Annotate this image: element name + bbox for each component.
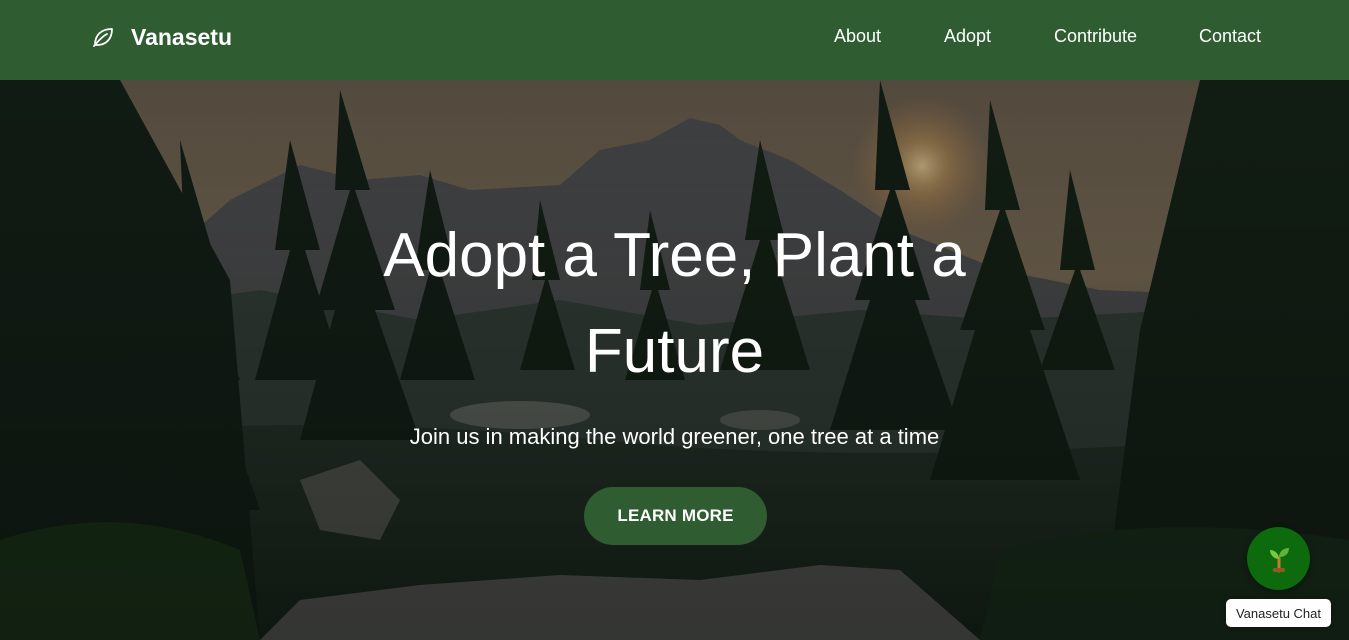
- chat-toggle-button[interactable]: [1247, 527, 1310, 590]
- nav-link-about[interactable]: About: [834, 26, 881, 47]
- hero-subtitle: Join us in making the world greener, one…: [409, 424, 940, 449]
- nav-link-contact[interactable]: Contact: [1199, 26, 1261, 47]
- navbar: Vanasetu About Adopt Contribute Contact: [0, 0, 1349, 80]
- seedling-icon: [1269, 547, 1289, 572]
- brand-name: Vanasetu: [131, 23, 232, 50]
- chat-label[interactable]: Vanasetu Chat: [1226, 599, 1331, 627]
- nav-link-contribute[interactable]: Contribute: [1054, 26, 1137, 47]
- leaf-icon: [93, 28, 113, 47]
- hero-content: Adopt a Tree, Plant a Future Join us in …: [0, 80, 1349, 640]
- brand-link[interactable]: Vanasetu: [91, 23, 232, 51]
- nav-link-adopt[interactable]: Adopt: [944, 26, 991, 47]
- hero-title: Adopt a Tree, Plant a Future: [383, 221, 966, 386]
- learn-more-button[interactable]: LEARN MORE: [584, 487, 767, 545]
- hero-section: Adopt a Tree, Plant a Future Join us in …: [0, 80, 1349, 640]
